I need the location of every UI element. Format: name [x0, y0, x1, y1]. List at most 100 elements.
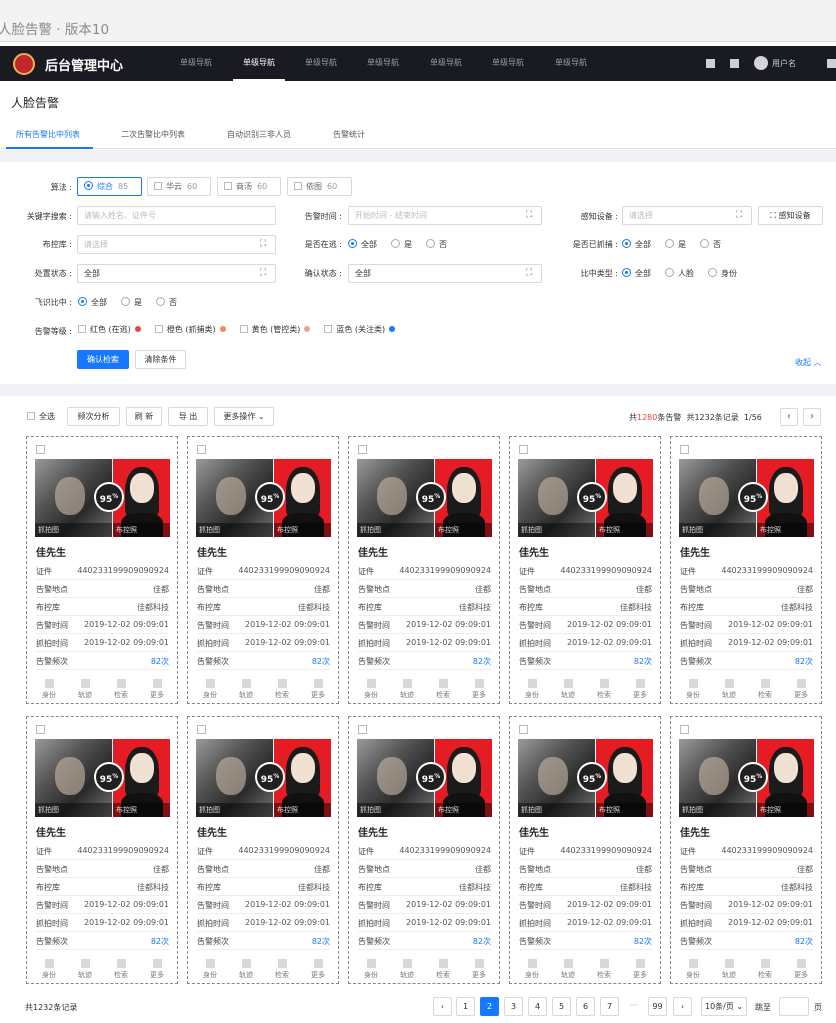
card-checkbox[interactable]: [197, 445, 206, 454]
captured-option-yes[interactable]: 是: [665, 239, 686, 250]
escape-option-all[interactable]: 全部: [348, 239, 377, 250]
tab-secondary-alarms[interactable]: 二次告警比中列表: [121, 129, 185, 140]
search-button[interactable]: 确认检索: [77, 350, 129, 369]
card-checkbox[interactable]: [36, 725, 45, 734]
flight-option-yes[interactable]: 是: [121, 297, 142, 308]
frequency-analysis-button[interactable]: 频次分析: [67, 407, 120, 426]
card-action-more[interactable]: 更多: [786, 959, 816, 980]
card-checkbox[interactable]: [680, 725, 689, 734]
field-value[interactable]: 82次: [795, 936, 813, 947]
card-checkbox[interactable]: [519, 725, 528, 734]
confirm-status-select[interactable]: 全部 ⛶: [348, 264, 542, 283]
card-action-search[interactable]: 检索: [589, 959, 619, 980]
field-value[interactable]: 82次: [312, 656, 330, 667]
card-action-more[interactable]: 更多: [142, 679, 172, 700]
field-value[interactable]: 82次: [473, 936, 491, 947]
alarm-card[interactable]: 抓拍图 布控照 95% 佳先生 证件 440233199909090924 告警…: [509, 716, 661, 984]
menu-icon[interactable]: [827, 59, 836, 68]
captured-option-no[interactable]: 否: [700, 239, 721, 250]
pagination-page[interactable]: 99: [648, 997, 667, 1016]
card-action-search[interactable]: 检索: [428, 959, 458, 980]
card-action-identity[interactable]: 身份: [678, 679, 708, 700]
alarm-card[interactable]: 抓拍图 布控照 95% 佳先生 证件 440233199909090924 告警…: [26, 716, 178, 984]
flight-option-all[interactable]: 全部: [78, 297, 107, 308]
algorithm-option-2[interactable]: 华云 60: [147, 177, 211, 196]
flight-option-no[interactable]: 否: [156, 297, 177, 308]
keyword-input[interactable]: 请输入姓名、证件号: [77, 206, 276, 225]
captured-option-all[interactable]: 全部: [622, 239, 651, 250]
card-action-identity[interactable]: 身份: [678, 959, 708, 980]
card-action-more[interactable]: 更多: [625, 959, 655, 980]
card-action-more[interactable]: 更多: [303, 679, 333, 700]
card-action-search[interactable]: 检索: [267, 959, 297, 980]
card-action-track[interactable]: 轨迹: [714, 959, 744, 980]
export-button[interactable]: 导 出: [168, 407, 208, 426]
card-action-identity[interactable]: 身份: [356, 679, 386, 700]
level-red[interactable]: 红色 (在逃): [78, 324, 141, 335]
alarm-card[interactable]: 抓拍图 布控照 95% 佳先生 证件 440233199909090924 告警…: [187, 436, 339, 704]
card-action-search[interactable]: 检索: [106, 959, 136, 980]
tab-auto-identify[interactable]: 自动识别三非人员: [227, 129, 291, 140]
pagination-prev-icon[interactable]: ‹: [433, 997, 452, 1016]
control-lib-select[interactable]: 请选择 ⛶: [77, 235, 276, 254]
escape-option-yes[interactable]: 是: [391, 239, 412, 250]
card-action-track[interactable]: 轨迹: [70, 679, 100, 700]
nav-item-6[interactable]: 单级导航: [482, 57, 534, 68]
card-action-more[interactable]: 更多: [303, 959, 333, 980]
card-action-track[interactable]: 轨迹: [714, 679, 744, 700]
card-action-more[interactable]: 更多: [142, 959, 172, 980]
alarm-card[interactable]: 抓拍图 布控照 95% 佳先生 证件 440233199909090924 告警…: [670, 436, 822, 704]
field-value[interactable]: 82次: [151, 936, 169, 947]
card-action-search[interactable]: 检索: [750, 679, 780, 700]
card-action-identity[interactable]: 身份: [34, 679, 64, 700]
level-orange[interactable]: 橙色 (抓捕类): [154, 324, 226, 335]
card-checkbox[interactable]: [519, 445, 528, 454]
collapse-toggle[interactable]: 收起 ︿: [795, 357, 822, 368]
level-yellow[interactable]: 黄色 (管控类): [239, 324, 311, 335]
tab-alarm-stats[interactable]: 告警统计: [333, 129, 365, 140]
next-page-icon[interactable]: ›: [803, 408, 821, 426]
card-action-track[interactable]: 轨迹: [553, 959, 583, 980]
match-type-identity[interactable]: 身份: [708, 268, 737, 279]
card-action-track[interactable]: 轨迹: [70, 959, 100, 980]
refresh-button[interactable]: 刷 新: [126, 407, 162, 426]
alarm-card[interactable]: 抓拍图 布控照 95% 佳先生 证件 440233199909090924 告警…: [26, 436, 178, 704]
alarm-card[interactable]: 抓拍图 布控照 95% 佳先生 证件 440233199909090924 告警…: [348, 716, 500, 984]
pagination-next-icon[interactable]: ›: [673, 997, 692, 1016]
card-checkbox[interactable]: [197, 725, 206, 734]
card-action-more[interactable]: 更多: [464, 679, 494, 700]
card-action-search[interactable]: 检索: [750, 959, 780, 980]
prev-page-icon[interactable]: ‹: [780, 408, 798, 426]
card-action-identity[interactable]: 身份: [34, 959, 64, 980]
pagination-page[interactable]: 2: [480, 997, 499, 1016]
card-checkbox[interactable]: [680, 445, 689, 454]
alarm-time-input[interactable]: 开始时间 - 结束时间 ⛶: [348, 206, 542, 225]
escape-option-no[interactable]: 否: [426, 239, 447, 250]
more-actions-button[interactable]: 更多操作 ⌄: [214, 407, 274, 426]
nav-item-1[interactable]: 单级导航: [170, 57, 222, 68]
tab-all-alarms[interactable]: 所有告警比中列表: [16, 129, 80, 140]
card-action-identity[interactable]: 身份: [517, 679, 547, 700]
nav-item-2[interactable]: 单级导航: [233, 57, 285, 68]
card-action-identity[interactable]: 身份: [195, 959, 225, 980]
alarm-card[interactable]: 抓拍图 布控照 95% 佳先生 证件 440233199909090924 告警…: [348, 436, 500, 704]
match-type-all[interactable]: 全部: [622, 268, 651, 279]
card-action-more[interactable]: 更多: [625, 679, 655, 700]
user-avatar[interactable]: [754, 56, 768, 70]
select-all-checkbox[interactable]: 全选: [27, 411, 55, 422]
card-action-search[interactable]: 检索: [267, 679, 297, 700]
card-action-more[interactable]: 更多: [464, 959, 494, 980]
message-icon[interactable]: [730, 59, 739, 68]
card-action-identity[interactable]: 身份: [356, 959, 386, 980]
clear-button[interactable]: 清除条件: [135, 350, 186, 369]
field-value[interactable]: 82次: [473, 656, 491, 667]
card-action-track[interactable]: 轨迹: [553, 679, 583, 700]
card-checkbox[interactable]: [358, 445, 367, 454]
user-name[interactable]: 用户名: [772, 58, 796, 69]
card-action-search[interactable]: 检索: [428, 679, 458, 700]
field-value[interactable]: 82次: [151, 656, 169, 667]
field-value[interactable]: 82次: [634, 936, 652, 947]
card-action-search[interactable]: 检索: [106, 679, 136, 700]
field-value[interactable]: 82次: [312, 936, 330, 947]
algorithm-option-3[interactable]: 商汤 60: [217, 177, 281, 196]
